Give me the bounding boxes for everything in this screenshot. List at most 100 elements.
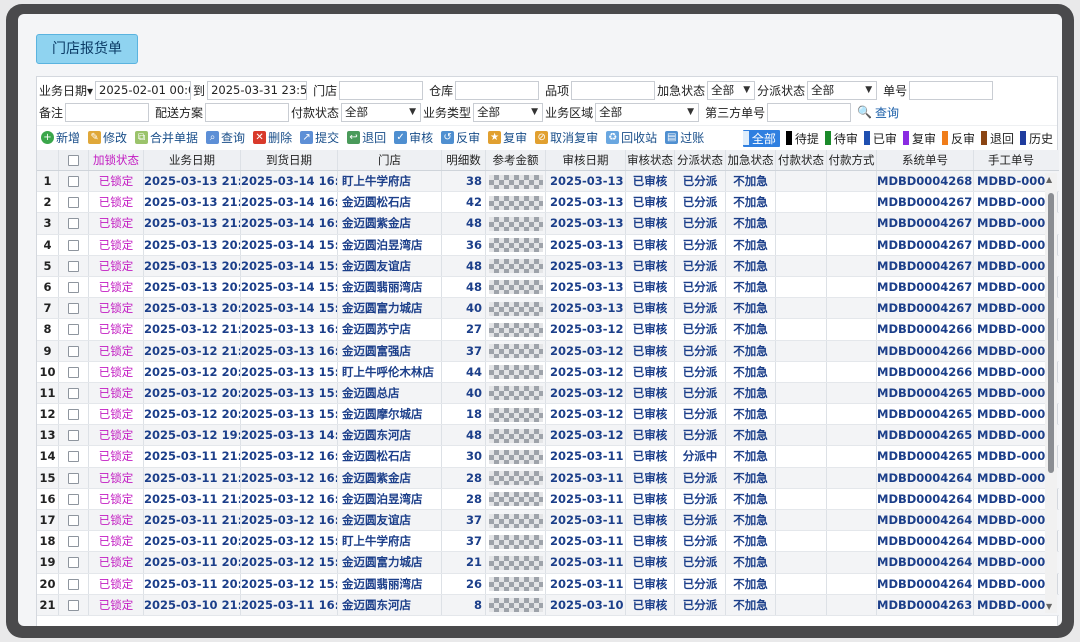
row-checkbox[interactable] bbox=[68, 578, 79, 590]
store-input[interactable] bbox=[339, 80, 424, 100]
col-check-header[interactable] bbox=[59, 150, 89, 170]
cancel-reaudit-button[interactable]: ⊘ 取消复审 bbox=[535, 129, 598, 146]
legend-item[interactable]: 已审 bbox=[863, 130, 897, 147]
table-row[interactable]: 15 已锁定2025-03-11 21:312025-03-12 16:31金迈圆… bbox=[37, 467, 1059, 489]
table-row[interactable]: 4 已锁定2025-03-13 20:532025-03-14 15:53金迈圆泊… bbox=[37, 234, 1059, 256]
col-audit-date-header[interactable]: 审核日期 bbox=[546, 150, 626, 170]
table-row[interactable]: 9 已锁定2025-03-12 21:132025-03-13 16:13金迈圆富… bbox=[37, 340, 1059, 362]
table-row[interactable]: 6 已锁定2025-03-13 20:362025-03-14 15:36金迈圆翡… bbox=[37, 276, 1059, 299]
legend-item[interactable]: 退回 bbox=[980, 130, 1014, 147]
table-row[interactable]: 8 已锁定2025-03-12 21:222025-03-13 16:22金迈圆苏… bbox=[37, 319, 1059, 341]
vertical-scrollbar[interactable]: ▲ ▼ bbox=[1045, 173, 1057, 613]
row-checkbox[interactable] bbox=[68, 472, 79, 484]
row-checkbox[interactable] bbox=[68, 218, 79, 230]
col-ref-amount-header[interactable]: 参考金额 bbox=[486, 150, 546, 170]
edit-button[interactable]: ✎ 修改 bbox=[88, 129, 127, 146]
audit-button[interactable]: ✓ 审核 bbox=[394, 129, 433, 146]
col-audit-status-header[interactable]: 审核状态 bbox=[626, 150, 675, 170]
row-checkbox[interactable] bbox=[68, 366, 79, 378]
col-urgent-status-header[interactable]: 加急状态 bbox=[726, 150, 776, 170]
row-checkbox[interactable] bbox=[68, 493, 79, 505]
item-input[interactable] bbox=[571, 80, 656, 100]
table-row[interactable]: 20 已锁定2025-03-11 20:212025-03-12 15:21金迈圆… bbox=[37, 573, 1059, 595]
query-toolbar-button[interactable]: ⌕ 查询 bbox=[206, 129, 245, 146]
table-row[interactable]: 16 已锁定2025-03-11 21:182025-03-12 16:18金迈圆… bbox=[37, 488, 1059, 510]
table-row[interactable]: 14 已锁定2025-03-11 21:382025-03-12 16:38金迈圆… bbox=[37, 446, 1059, 468]
third-no-input[interactable] bbox=[767, 102, 852, 122]
col-arrival-date-header[interactable]: 到货日期 bbox=[241, 150, 338, 170]
new-button[interactable]: + 新增 bbox=[41, 129, 80, 146]
row-checkbox[interactable] bbox=[68, 281, 79, 293]
submit-button[interactable]: ↗ 提交 bbox=[300, 129, 339, 146]
row-checkbox[interactable] bbox=[68, 176, 79, 187]
col-index-header[interactable] bbox=[37, 150, 59, 170]
table-row[interactable]: 5 已锁定2025-03-13 20:522025-03-14 15:52金迈圆友… bbox=[37, 255, 1059, 277]
legend-item[interactable]: 反审 bbox=[941, 130, 975, 147]
reaudit-button[interactable]: ★ 复审 bbox=[488, 129, 527, 146]
table-row[interactable]: 7 已锁定2025-03-13 20:342025-03-14 15:34金迈圆富… bbox=[37, 298, 1059, 320]
table-row[interactable]: 17 已锁定2025-03-11 21:012025-03-12 16:01金迈圆… bbox=[37, 510, 1059, 532]
col-biz-date-header[interactable]: 业务日期 bbox=[144, 150, 241, 170]
table-row[interactable]: 10 已锁定2025-03-12 20:492025-03-13 15:49盯上牛… bbox=[37, 361, 1059, 383]
delivery-plan-input[interactable] bbox=[205, 102, 290, 122]
delete-button[interactable]: ✕ 删除 bbox=[253, 129, 292, 146]
table-row[interactable]: 12 已锁定2025-03-12 20:012025-03-13 15:01金迈圆… bbox=[37, 404, 1059, 426]
docno-input[interactable] bbox=[909, 80, 994, 100]
table-row[interactable]: 11 已锁定2025-03-12 20:282025-03-13 15:28金迈圆… bbox=[37, 382, 1059, 405]
table-row[interactable]: 13 已锁定2025-03-12 19:202025-03-13 14:20金迈圆… bbox=[37, 425, 1059, 447]
col-pay-method-header[interactable]: 付款方式 bbox=[827, 150, 877, 170]
row-checkbox[interactable] bbox=[68, 599, 79, 611]
row-checkbox[interactable] bbox=[68, 557, 79, 569]
legend-item[interactable]: 待审 bbox=[824, 130, 858, 147]
tab-store-order[interactable]: 门店报货单 bbox=[36, 34, 138, 64]
col-manual-no-header[interactable]: 手工单号 bbox=[974, 150, 1048, 170]
date-from-input[interactable]: 2025-02-01 00:00 bbox=[95, 80, 192, 100]
query-button[interactable]: 🔍 查询 bbox=[857, 104, 899, 121]
filter-button[interactable]: ▤ 过账 bbox=[665, 129, 704, 146]
scroll-up-icon[interactable]: ▲ bbox=[1046, 175, 1052, 184]
col-system-no-header[interactable]: 系统单号 bbox=[877, 150, 974, 170]
row-checkbox[interactable] bbox=[68, 451, 79, 463]
scroll-down-icon[interactable]: ▼ bbox=[1046, 602, 1052, 611]
legend-item[interactable]: 全部 bbox=[742, 129, 780, 147]
row-checkbox[interactable] bbox=[68, 260, 79, 272]
biz-area-select[interactable]: 全部 ▼ bbox=[595, 102, 700, 122]
row-checkbox[interactable] bbox=[68, 515, 79, 526]
date-to-input[interactable]: 2025-03-31 23:59 bbox=[207, 80, 308, 100]
table-row[interactable]: 18 已锁定2025-03-11 20:532025-03-12 15:53盯上牛… bbox=[37, 531, 1059, 553]
remark-input[interactable] bbox=[65, 102, 150, 122]
row-checkbox[interactable] bbox=[68, 430, 79, 442]
merge-button[interactable]: ⧉ 合并单据 bbox=[135, 129, 198, 146]
col-dispatch-status-header[interactable]: 分派状态 bbox=[675, 150, 726, 170]
warehouse-input[interactable] bbox=[455, 80, 540, 100]
table-row[interactable]: 21 已锁定2025-03-10 21:282025-03-11 16:28金迈圆… bbox=[37, 594, 1059, 616]
scroll-thumb[interactable] bbox=[1048, 193, 1054, 473]
row-checkbox[interactable] bbox=[68, 345, 79, 357]
row-checkbox[interactable] bbox=[68, 324, 79, 336]
row-checkbox[interactable] bbox=[68, 239, 79, 251]
legend-item[interactable]: 复审 bbox=[902, 130, 936, 147]
urgent-select[interactable]: 全部 ▼ bbox=[707, 80, 756, 100]
recycle-button[interactable]: ♻ 回收站 bbox=[606, 129, 657, 146]
row-checkbox[interactable] bbox=[68, 387, 79, 399]
table-row[interactable]: 2 已锁定2025-03-13 21:222025-03-14 16:22金迈圆松… bbox=[37, 192, 1059, 214]
col-store-header[interactable]: 门店 bbox=[338, 150, 442, 170]
pay-status-select[interactable]: 全部 ▼ bbox=[341, 102, 422, 122]
select-all-checkbox[interactable] bbox=[68, 155, 79, 166]
table-row[interactable]: 1 已锁定2025-03-13 21:462025-03-14 16:46盯上牛学… bbox=[37, 171, 1059, 193]
biz-date-dropdown[interactable]: 业务日期▾ bbox=[37, 82, 95, 99]
row-checkbox[interactable] bbox=[68, 197, 79, 209]
return-button[interactable]: ↩ 退回 bbox=[347, 129, 386, 146]
col-pay-status-header[interactable]: 付款状态 bbox=[776, 150, 827, 170]
legend-item[interactable]: 历史 bbox=[1019, 130, 1053, 147]
legend-item[interactable]: 待提 bbox=[785, 130, 819, 147]
unaudit-button[interactable]: ↺ 反审 bbox=[441, 129, 480, 146]
col-detail-count-header[interactable]: 明细数 bbox=[442, 150, 486, 170]
dispatch-select[interactable]: 全部 ▼ bbox=[807, 80, 878, 100]
table-row[interactable]: 3 已锁定2025-03-13 21:092025-03-14 16:09金迈圆紫… bbox=[37, 213, 1059, 235]
biz-type-select[interactable]: 全部 ▼ bbox=[473, 102, 544, 122]
table-row[interactable]: 19 已锁定2025-03-11 20:282025-03-12 15:28金迈圆… bbox=[37, 552, 1059, 574]
row-checkbox[interactable] bbox=[68, 536, 79, 548]
row-checkbox[interactable] bbox=[68, 303, 79, 315]
col-lock-status-header[interactable]: 加锁状态 bbox=[89, 150, 144, 170]
